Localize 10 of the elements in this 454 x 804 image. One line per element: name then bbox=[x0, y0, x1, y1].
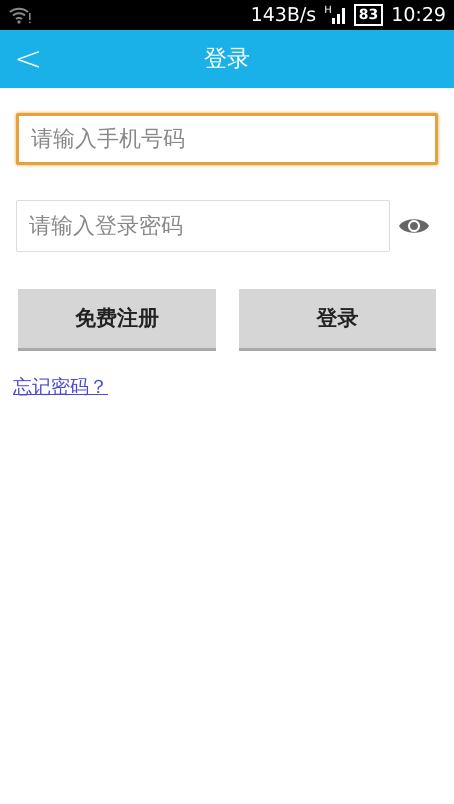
clock: 10:29 bbox=[391, 2, 446, 28]
forgot-password-link[interactable]: 忘记密码？ bbox=[13, 373, 108, 402]
page-title: 登录 bbox=[204, 44, 250, 74]
battery-level: 83 bbox=[354, 4, 384, 26]
login-button[interactable]: 登录 bbox=[238, 289, 436, 351]
password-field[interactable]: 请输入登录密码 bbox=[16, 200, 390, 252]
phone-field[interactable]: 请输入手机号码 bbox=[16, 113, 438, 165]
network-speed: 143B/s bbox=[250, 2, 316, 28]
wifi-icon bbox=[8, 5, 32, 25]
register-button[interactable]: 免费注册 bbox=[18, 289, 216, 351]
